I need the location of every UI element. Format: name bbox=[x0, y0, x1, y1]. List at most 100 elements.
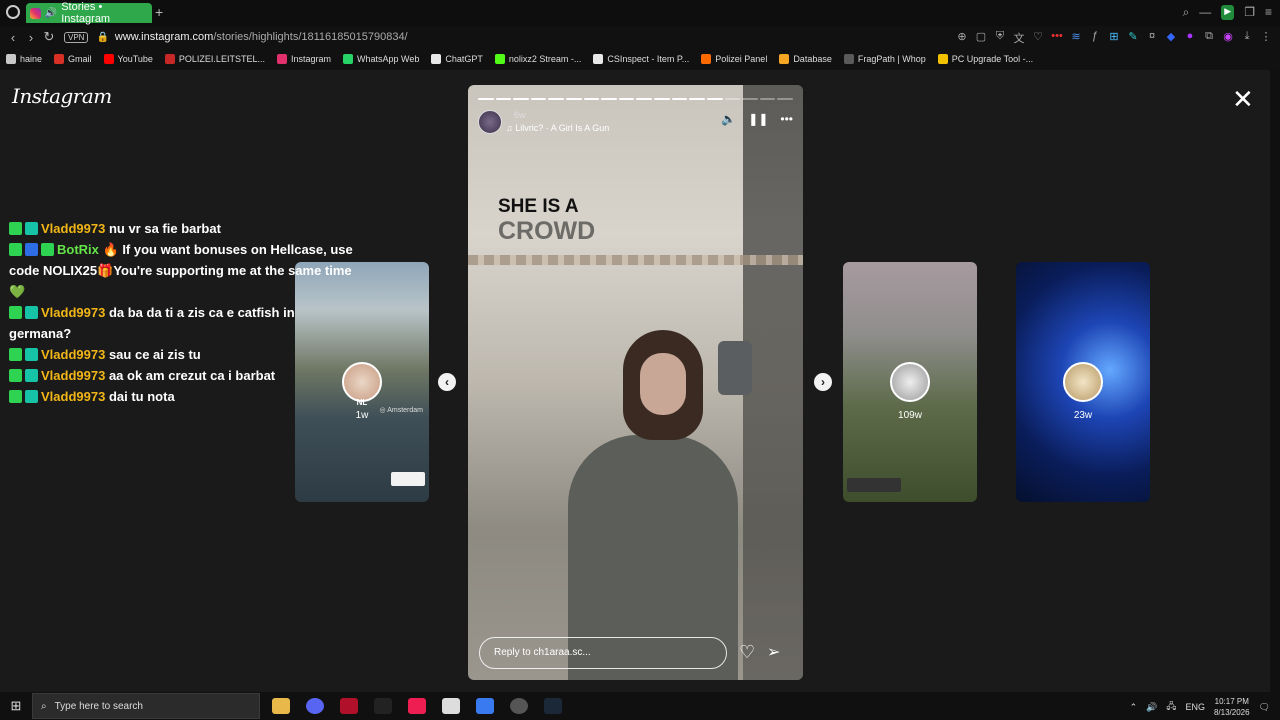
extension-blue-icon[interactable]: ◆ bbox=[1165, 30, 1177, 46]
extensions-puzzle-icon[interactable]: ⧉ bbox=[1203, 30, 1215, 46]
back-icon[interactable]: ‹ bbox=[4, 30, 22, 45]
menu-icon[interactable]: ≡ bbox=[1265, 5, 1272, 20]
chat-badge-icon bbox=[9, 222, 22, 235]
opera-gx-icon[interactable] bbox=[340, 698, 358, 714]
speaker-icon[interactable]: 🔊 bbox=[45, 8, 57, 19]
taskbar-search-input[interactable]: ⌕ Type here to search bbox=[32, 693, 260, 719]
extension-wave-icon[interactable]: ≋ bbox=[1070, 30, 1082, 46]
bookmark-favicon-icon bbox=[103, 54, 114, 64]
translate-icon[interactable]: 文 bbox=[1013, 30, 1025, 46]
discord-icon[interactable] bbox=[306, 698, 324, 714]
bookmark-item[interactable]: nolixz2 Stream -... bbox=[494, 54, 581, 64]
browser-tab-bar: 🔊 Stories • Instagram + ⌕ — ▶ ❐ ≡ bbox=[0, 0, 1280, 26]
extension-cyan-icon[interactable]: ✎ bbox=[1127, 30, 1139, 46]
story-music-label: Lilvric? · A Girl Is A Gun bbox=[515, 123, 610, 133]
progress-segment bbox=[742, 98, 758, 100]
opera-logo-icon[interactable] bbox=[6, 5, 20, 19]
bookmark-item[interactable]: Polizei Panel bbox=[701, 54, 767, 64]
bookmark-item[interactable]: WhatsApp Web bbox=[342, 54, 420, 64]
bookmark-item[interactable]: Gmail bbox=[54, 54, 92, 64]
bookmark-item[interactable]: ChatGPT bbox=[431, 54, 483, 64]
extension-purple-icon[interactable]: ● bbox=[1184, 30, 1196, 46]
chat-badge-icon bbox=[25, 222, 38, 235]
file-explorer-icon[interactable] bbox=[272, 698, 290, 714]
story-reply-input[interactable]: Reply to ch1araa.sc... bbox=[479, 637, 727, 669]
close-stories-button[interactable]: ✕ bbox=[1232, 86, 1254, 112]
pause-icon[interactable]: ❚❚ bbox=[748, 112, 768, 126]
extension-grid-icon[interactable]: ⊞ bbox=[1108, 30, 1120, 46]
browser-tab-stories[interactable]: 🔊 Stories • Instagram bbox=[26, 1, 152, 25]
green-extension-icon[interactable]: ▶ bbox=[1221, 5, 1235, 20]
like-heart-icon[interactable]: ♡ bbox=[739, 642, 755, 663]
chat-message: Vladd9973 nu vr sa fie barbat bbox=[0, 218, 360, 239]
windows-start-icon[interactable]: ⊞ bbox=[0, 698, 32, 714]
reload-icon[interactable]: ↻ bbox=[40, 29, 58, 45]
lock-icon[interactable]: 🔒 bbox=[96, 32, 108, 43]
next-story-button[interactable]: › bbox=[814, 373, 832, 391]
roblox-icon[interactable] bbox=[476, 698, 494, 714]
steam-icon[interactable] bbox=[544, 698, 562, 714]
bookmark-item[interactable]: FragPath | Whop bbox=[843, 54, 926, 64]
chat-badge-icon bbox=[9, 369, 22, 382]
network-icon[interactable]: 🖧 bbox=[1166, 699, 1176, 715]
progress-segment bbox=[513, 98, 529, 100]
heart-bookmark-icon[interactable]: ♡ bbox=[1032, 30, 1044, 46]
language-indicator[interactable]: ENG bbox=[1185, 702, 1205, 712]
bookmark-item[interactable]: YouTube bbox=[103, 54, 153, 64]
story-caption-line2: CROWD bbox=[498, 217, 596, 245]
obs-app-icon[interactable] bbox=[442, 698, 460, 714]
share-send-icon[interactable]: ➢ bbox=[767, 642, 780, 662]
menu-dots-icon[interactable]: ⋮ bbox=[1260, 30, 1272, 46]
url-field[interactable]: www.instagram.com/stories/highlights/181… bbox=[115, 31, 408, 43]
bookmark-item[interactable]: PC Upgrade Tool -... bbox=[937, 54, 1033, 64]
progress-segment bbox=[671, 98, 688, 100]
story-viewer[interactable]: 6w ♫ Lilvric? · A Girl Is A Gun 🔈 ❚❚ •••… bbox=[468, 85, 803, 680]
bookmark-item[interactable]: Database bbox=[779, 54, 832, 64]
bookmark-item[interactable]: Instagram bbox=[276, 54, 331, 64]
app-circle-icon[interactable] bbox=[510, 698, 528, 714]
chat-badge-icon bbox=[25, 369, 38, 382]
minimize-icon[interactable]: — bbox=[1199, 5, 1211, 20]
bookmark-item[interactable]: CSInspect - Item P... bbox=[593, 54, 689, 64]
extension-misc-icon[interactable]: ¤ bbox=[1146, 30, 1158, 46]
story-music[interactable]: ♫ Lilvric? · A Girl Is A Gun bbox=[506, 123, 609, 133]
story-header: 6w ♫ Lilvric? · A Girl Is A Gun 🔈 ❚❚ ••• bbox=[478, 108, 793, 138]
chat-text: sau ce ai zis tu bbox=[108, 347, 201, 362]
new-tab-button[interactable]: + bbox=[155, 4, 163, 20]
instagram-logo[interactable]: Instagram bbox=[12, 84, 112, 108]
tiktok-icon[interactable] bbox=[408, 698, 426, 714]
page-scrollbar[interactable] bbox=[1270, 70, 1280, 692]
bookmark-item[interactable]: POLIZEI.LEITSTEL... bbox=[164, 54, 265, 64]
volume-icon[interactable]: 🔊 bbox=[1146, 702, 1157, 713]
extension-red-icon[interactable]: ••• bbox=[1051, 30, 1063, 46]
avatar-extension-icon[interactable]: ◉ bbox=[1222, 30, 1234, 46]
shield-icon[interactable]: ⛨ bbox=[994, 30, 1006, 46]
snapshot-icon[interactable]: ▢ bbox=[975, 30, 987, 46]
download-icon[interactable]: ⤓ bbox=[1241, 30, 1253, 46]
forward-icon[interactable]: › bbox=[22, 30, 40, 45]
notifications-icon[interactable]: 🗨 bbox=[1259, 702, 1270, 713]
tray-expand-icon[interactable]: ⌃ bbox=[1130, 702, 1138, 713]
story-background bbox=[468, 255, 803, 265]
taskbar-clock[interactable]: 10:17 PM 8/13/2026 bbox=[1214, 696, 1250, 718]
bookmark-label: WhatsApp Web bbox=[356, 54, 420, 64]
vpn-badge[interactable]: VPN bbox=[64, 31, 89, 43]
search-icon[interactable]: ⌕ bbox=[1183, 5, 1190, 20]
story-author-avatar[interactable] bbox=[478, 110, 502, 134]
mute-icon[interactable]: 🔈 bbox=[721, 112, 736, 126]
previous-story-button[interactable]: ‹ bbox=[438, 373, 456, 391]
chat-badge-icon bbox=[25, 390, 38, 403]
zoom-icon[interactable]: ⊕ bbox=[956, 30, 968, 46]
next-story-preview[interactable]: 109w bbox=[843, 262, 977, 502]
app-icon[interactable] bbox=[374, 698, 392, 714]
next-next-story-preview[interactable]: 23w bbox=[1016, 262, 1150, 502]
bookmark-favicon-icon bbox=[494, 54, 505, 64]
progress-segment bbox=[777, 98, 793, 100]
more-options-icon[interactable]: ••• bbox=[780, 112, 793, 126]
progress-segment bbox=[478, 98, 494, 100]
maximize-icon[interactable]: ❐ bbox=[1244, 5, 1255, 20]
extension-f-icon[interactable]: ƒ bbox=[1089, 30, 1101, 46]
bookmark-item[interactable]: haine bbox=[6, 54, 42, 64]
story-controls: 🔈 ❚❚ ••• bbox=[721, 112, 793, 126]
extension-toolbar: ⊕ ▢ ⛨ 文 ♡ ••• ≋ ƒ ⊞ ✎ ¤ ◆ ● ⧉ ◉ ⤓ ⋮ bbox=[956, 30, 1272, 46]
